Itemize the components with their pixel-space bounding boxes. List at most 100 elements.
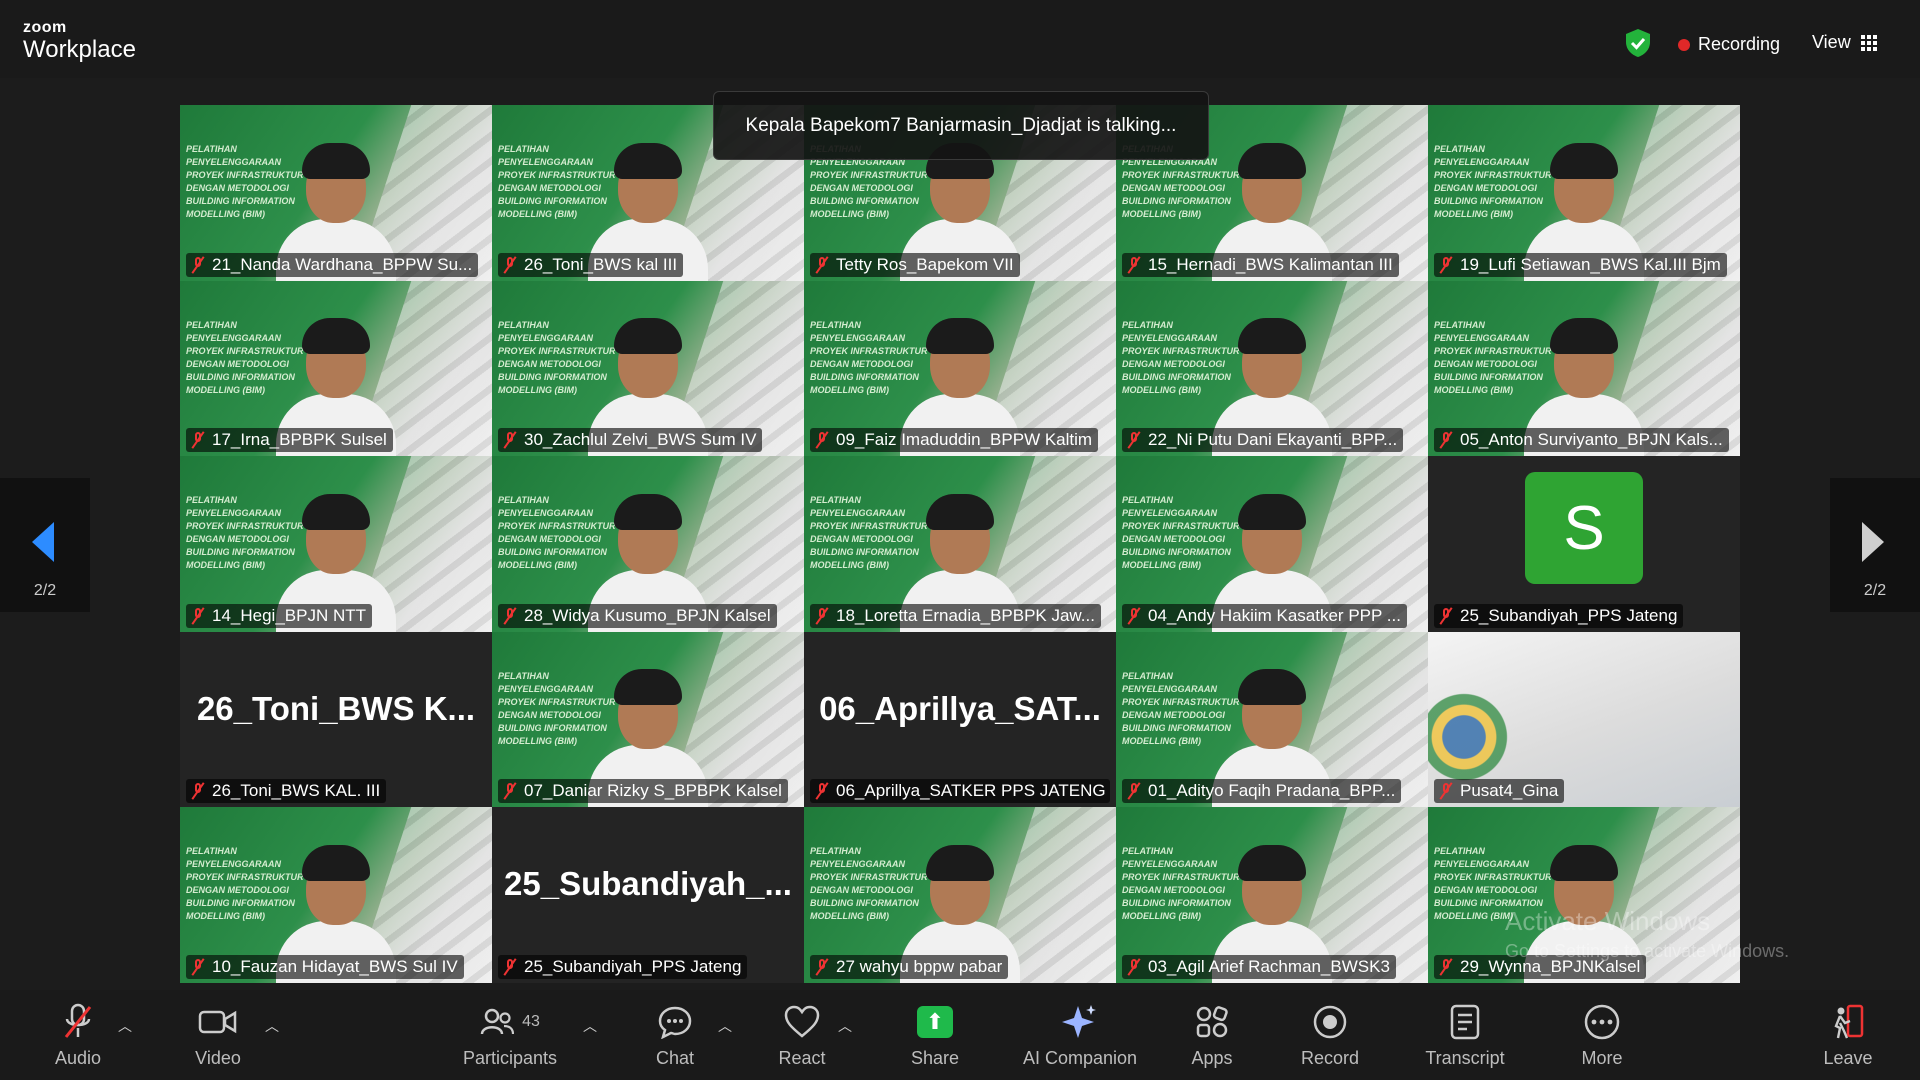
participant-name-bar: 25_Subandiyah_PPS Jateng: [498, 954, 748, 979]
shield-check-icon[interactable]: [1624, 28, 1652, 58]
participant-tile[interactable]: PELATIHANPENYELENGGARAANPROYEK INFRASTRU…: [180, 280, 492, 457]
participants-options-caret-icon[interactable]: ︿: [583, 1016, 597, 1036]
view-button[interactable]: View: [1812, 32, 1877, 53]
participant-tile[interactable]: PELATIHANPENYELENGGARAANPROYEK INFRASTRU…: [804, 280, 1116, 457]
participant-name: 27 wahyu bppw pabar: [836, 956, 1003, 976]
recording-dot-icon: [1678, 38, 1690, 51]
participant-name: 26_Toni_BWS kal III: [524, 254, 678, 274]
participant-tile[interactable]: PELATIHANPENYELENGGARAANPROYEK INFRASTRU…: [804, 807, 1116, 983]
transcript-document-icon: [1450, 1004, 1480, 1040]
microphone-muted-icon: [1126, 607, 1142, 625]
record-button[interactable]: Record: [1290, 990, 1370, 1080]
microphone-muted-icon: [814, 958, 830, 976]
participant-name-bar: 07_Daniar Rizky S_BPBPK Kalsel: [498, 779, 788, 804]
share-button[interactable]: ⬆ Share: [895, 990, 975, 1080]
participant-tile[interactable]: PELATIHANPENYELENGGARAANPROYEK INFRASTRU…: [804, 456, 1116, 632]
audio-options-caret-icon[interactable]: ︿: [118, 1016, 132, 1036]
participant-tile[interactable]: 06_Aprillya_SAT... 06_Aprillya_SATKER PPS…: [804, 631, 1116, 808]
participant-name: 30_Zachlul Zelvi_BWS Sum IV: [524, 430, 757, 450]
more-button[interactable]: More: [1562, 990, 1642, 1080]
participant-display-name: 06_Aprillya_SAT...: [819, 689, 1101, 727]
participant-tile[interactable]: PELATIHANPENYELENGGARAANPROYEK INFRASTRU…: [180, 105, 492, 281]
participant-tile[interactable]: PELATIHANPENYELENGGARAANPROYEK INFRASTRU…: [1428, 280, 1740, 457]
participant-display-name: 26_Toni_BWS K...: [196, 689, 476, 727]
chat-options-caret-icon[interactable]: ︿: [718, 1016, 732, 1036]
participant-tile[interactable]: PELATIHANPENYELENGGARAANPROYEK INFRASTRU…: [492, 631, 804, 808]
react-options-caret-icon[interactable]: ︿: [838, 1016, 852, 1036]
audio-label: Audio: [54, 1048, 102, 1068]
participant-tile[interactable]: 26_Toni_BWS K... 26_Toni_BWS KAL. III: [180, 631, 492, 808]
microphone-muted-icon: [190, 256, 206, 274]
participant-tile[interactable]: PELATIHANPENYELENGGARAANPROYEK INFRASTRU…: [180, 807, 492, 983]
participant-name-bar: 26_Toni_BWS KAL. III: [186, 779, 387, 804]
microphone-muted-icon: [1438, 607, 1454, 625]
microphone-muted-icon: [190, 958, 206, 976]
microphone-muted-icon: [1126, 256, 1142, 274]
heart-icon: [784, 1005, 820, 1038]
participant-name-bar: Tetty Ros_Bapekom VII: [810, 252, 1020, 277]
participant-name: Tetty Ros_Bapekom VII: [836, 254, 1014, 274]
participant-tile[interactable]: PELATIHANPENYELENGGARAANPROYEK INFRASTRU…: [1116, 807, 1428, 983]
leave-button[interactable]: Leave: [1808, 990, 1888, 1080]
chat-bubble-icon: [658, 1006, 692, 1039]
participant-tile[interactable]: PELATIHANPENYELENGGARAANPROYEK INFRASTRU…: [492, 456, 804, 632]
participant-name: 10_Fauzan Hidayat_BWS Sul IV: [212, 956, 458, 976]
logo-big-text: Workplace: [23, 36, 136, 63]
participant-tile[interactable]: S 25_Subandiyah_PPS Jateng: [1428, 456, 1740, 632]
participant-gallery: PELATIHAN PENYELENGGARAAN PROYEK INFRASTRU…: [180, 105, 1740, 983]
share-label: Share: [910, 1048, 960, 1068]
participant-tile[interactable]: PELATIHANPENYELENGGARAANPROYEK INFRASTRU…: [1116, 456, 1428, 632]
next-page-button[interactable]: 2/2: [1830, 478, 1920, 612]
participant-tile[interactable]: PELATIHANPENYELENGGARAANPROYEK INFRASTRU…: [492, 280, 804, 457]
participant-display-name: 25_Subandiyah_...: [504, 865, 792, 903]
leave-door-icon: [1834, 1004, 1864, 1039]
apps-label: Apps: [1191, 1048, 1233, 1068]
microphone-muted-icon: [814, 431, 830, 449]
record-label: Record: [1300, 1048, 1360, 1068]
recording-indicator[interactable]: Recording: [1678, 34, 1780, 55]
activate-windows-watermark: Activate Windows Go to Settings to activ…: [1505, 906, 1789, 962]
view-label: View: [1812, 32, 1851, 52]
participant-tile[interactable]: Pusat4_Gina: [1428, 631, 1740, 808]
participant-tile[interactable]: PELATIHANPENYELENGGARAANPROYEK INFRASTRU…: [1116, 280, 1428, 457]
video-options-caret-icon[interactable]: ︿: [265, 1016, 279, 1036]
zoom-logo: zoom Workplace: [23, 20, 136, 62]
apps-button[interactable]: Apps: [1172, 990, 1252, 1080]
participant-name: 25_Subandiyah_PPS Jateng: [1460, 605, 1678, 625]
participant-name-bar: 06_Aprillya_SATKER PPS JATENG: [810, 779, 1110, 804]
participants-label: Participants: [462, 1048, 558, 1068]
microphone-muted-icon: [1438, 958, 1454, 976]
page-indicator-right: 2/2: [1863, 582, 1887, 599]
apps-icon: [1196, 1006, 1228, 1038]
participant-name: 09_Faiz Imaduddin_BPPW Kaltim: [836, 430, 1093, 450]
microphone-muted-icon: [1438, 782, 1454, 800]
microphone-muted-icon: [502, 607, 518, 625]
participant-tile[interactable]: PELATIHANPENYELENGGARAANPROYEK INFRASTRU…: [180, 456, 492, 632]
chat-button[interactable]: Chat: [635, 990, 715, 1080]
transcript-label: Transcript: [1425, 1048, 1505, 1068]
participant-name-bar: 04_Andy Hakiim Kasatker PPP ...: [1122, 603, 1407, 628]
transcript-button[interactable]: Transcript: [1415, 990, 1515, 1080]
microphone-muted-icon: [502, 782, 518, 800]
participants-button[interactable]: 43 Participants: [455, 990, 565, 1080]
video-button[interactable]: Video: [178, 990, 258, 1080]
grid-icon: [1860, 34, 1877, 51]
audio-button[interactable]: Audio: [38, 990, 118, 1080]
participant-name: 07_Daniar Rizky S_BPBPK Kalsel: [524, 781, 782, 801]
react-button[interactable]: React: [762, 990, 842, 1080]
participant-name-bar: 15_Hernadi_BWS Kalimantan III: [1122, 252, 1399, 277]
prev-page-button[interactable]: 2/2: [0, 478, 90, 612]
participant-name: 18_Loretta Ernadia_BPBPK Jaw...: [836, 605, 1095, 625]
participant-tile[interactable]: PELATIHANPENYELENGGARAANPROYEK INFRASTRU…: [1116, 631, 1428, 808]
participant-name: 04_Andy Hakiim Kasatker PPP ...: [1148, 605, 1401, 625]
avatar: S: [1525, 472, 1643, 585]
participant-name-bar: 01_Adityo Faqih Pradana_BPP...: [1122, 779, 1402, 804]
ai-companion-button[interactable]: AI Companion: [1010, 990, 1150, 1080]
microphone-muted-icon: [502, 256, 518, 274]
watermark-line2: Go to Settings to activate Windows.: [1505, 941, 1790, 961]
participant-name-bar: 22_Ni Putu Dani Ekayanti_BPP...: [1122, 428, 1404, 453]
participant-tile[interactable]: 25_Subandiyah_... 25_Subandiyah_PPS Jaten…: [492, 807, 804, 983]
microphone-muted-icon: [1126, 431, 1142, 449]
participant-tile[interactable]: PELATIHANPENYELENGGARAANPROYEK INFRASTRU…: [1428, 105, 1740, 281]
microphone-muted-icon: [1126, 958, 1142, 976]
